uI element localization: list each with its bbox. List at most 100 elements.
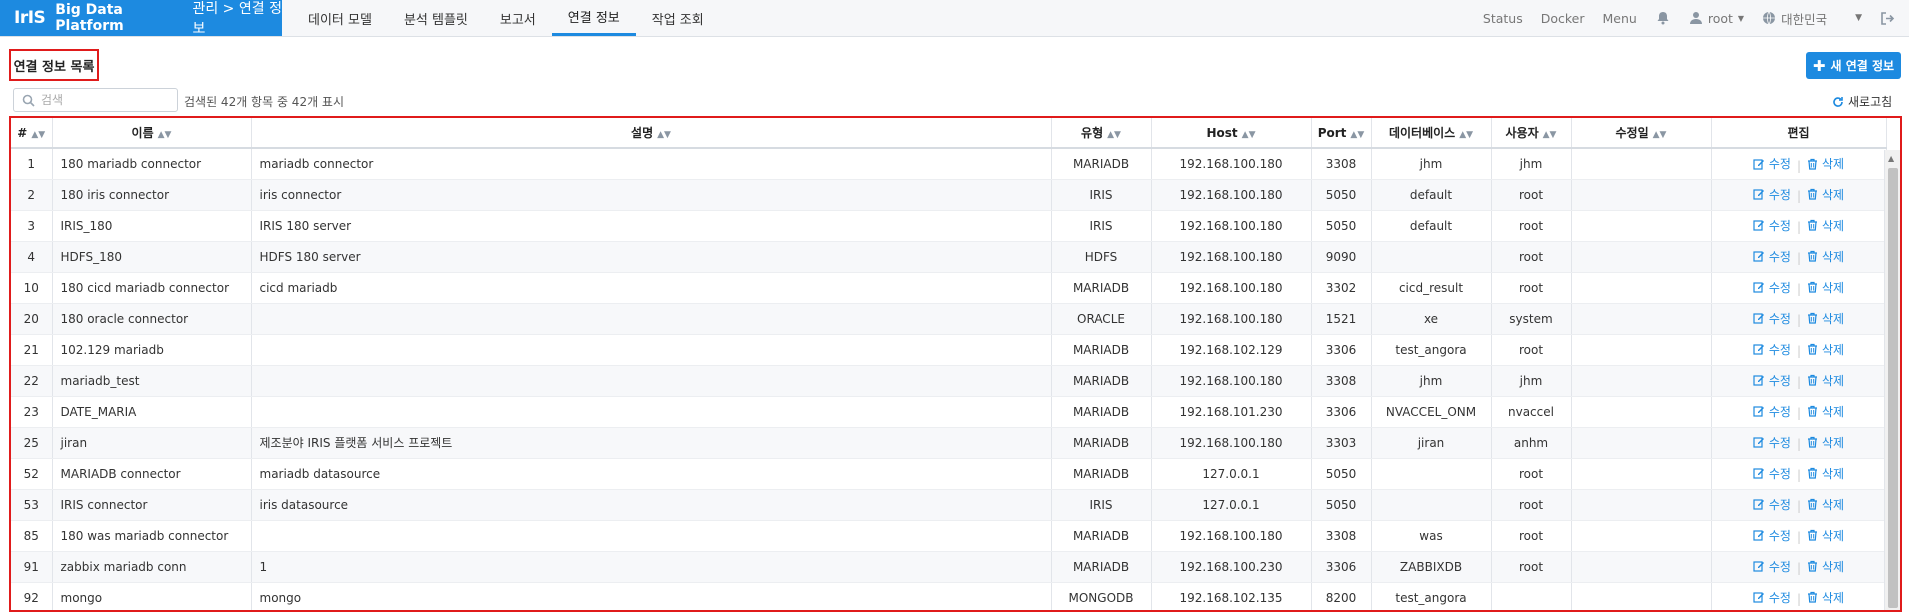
edit-button[interactable]: 수정 bbox=[1753, 186, 1791, 203]
sort-icon: ▲▼ bbox=[1241, 129, 1256, 140]
nav-job-query[interactable]: 작업 조회 bbox=[636, 0, 720, 36]
edit-button[interactable]: 수정 bbox=[1753, 403, 1791, 420]
row-actions: 수정 | 삭제 bbox=[1711, 489, 1887, 521]
row-user: anhm bbox=[1491, 427, 1572, 459]
col-header-name[interactable]: 이름 ▲▼ bbox=[52, 118, 252, 149]
vertical-scrollbar[interactable]: ▲ bbox=[1884, 150, 1900, 610]
table-row[interactable]: 20 180 oracle connector ORACLE 192.168.100.… bbox=[11, 303, 1887, 335]
table-row[interactable]: 1 180 mariadb connector mariadb connector M… bbox=[11, 148, 1887, 180]
table-row[interactable]: 3 IRIS_180 IRIS 180 server IRIS 192.168.100.… bbox=[11, 210, 1887, 242]
delete-button[interactable]: 삭제 bbox=[1807, 527, 1844, 544]
table-row[interactable]: 25 jiran 제조분야 IRIS 플랫폼 서비스 프로젝트 MARIADB 192.… bbox=[11, 427, 1887, 459]
col-header-type[interactable]: 유형 ▲▼ bbox=[1051, 118, 1152, 149]
delete-button[interactable]: 삭제 bbox=[1807, 465, 1844, 482]
row-user: jhm bbox=[1491, 148, 1572, 180]
edit-button[interactable]: 수정 bbox=[1753, 434, 1791, 451]
table-row[interactable]: 52 MARIADB connector mariadb datasource MAR… bbox=[11, 458, 1887, 490]
delete-button[interactable]: 삭제 bbox=[1807, 155, 1844, 172]
edit-button[interactable]: 수정 bbox=[1753, 465, 1791, 482]
col-header-description[interactable]: 설명 ▲▼ bbox=[251, 118, 1052, 149]
col-header-host[interactable]: Host ▲▼ bbox=[1151, 118, 1312, 149]
scrollbar-thumb[interactable] bbox=[1888, 168, 1898, 608]
edit-label: 수정 bbox=[1768, 342, 1791, 357]
delete-button[interactable]: 삭제 bbox=[1807, 496, 1844, 513]
row-user: root bbox=[1491, 272, 1572, 304]
table-row[interactable]: 10 180 cicd mariadb connector cicd mariadb… bbox=[11, 272, 1887, 304]
sort-icon: ▲▼ bbox=[1459, 130, 1474, 140]
table-row[interactable]: 92 mongo mongo MONGODB 192.168.102.135 8200 te… bbox=[11, 582, 1887, 610]
table-row[interactable]: 85 180 was mariadb connector MARIADB 192.16… bbox=[11, 520, 1887, 552]
notification-icon[interactable] bbox=[1655, 10, 1671, 26]
col-header-port[interactable]: Port ▲▼ bbox=[1311, 118, 1372, 149]
top-navbar: IrIS Big Data Platform 관리 > 연결 정보 데이터 모델… bbox=[0, 0, 1909, 37]
status-link[interactable]: Status bbox=[1483, 11, 1523, 26]
nav-report[interactable]: 보고서 bbox=[484, 0, 552, 36]
edit-button[interactable]: 수정 bbox=[1753, 217, 1791, 234]
edit-button[interactable]: 수정 bbox=[1753, 155, 1791, 172]
row-number: 91 bbox=[11, 551, 53, 583]
edit-button[interactable]: 수정 bbox=[1753, 527, 1791, 544]
language-menu[interactable]: 대한민국 bbox=[1762, 9, 1827, 28]
edit-button[interactable]: 수정 bbox=[1753, 310, 1791, 327]
row-port: 3303 bbox=[1311, 427, 1372, 459]
trash-icon bbox=[1808, 189, 1818, 200]
search-input[interactable] bbox=[41, 93, 171, 107]
menu-link[interactable]: Menu bbox=[1603, 11, 1637, 26]
col-header-number[interactable]: # ▲▼ bbox=[11, 118, 53, 149]
row-port: 3306 bbox=[1311, 551, 1372, 583]
table-row[interactable]: 22 mariadb_test MARIADB 192.168.100.180 3308… bbox=[11, 365, 1887, 397]
delete-button[interactable]: 삭제 bbox=[1807, 310, 1844, 327]
user-menu[interactable]: root ▼ bbox=[1689, 11, 1744, 26]
row-type: MARIADB bbox=[1051, 551, 1152, 583]
delete-button[interactable]: 삭제 bbox=[1807, 279, 1844, 296]
brand[interactable]: IrIS Big Data Platform 관리 > 연결 정보 bbox=[0, 0, 282, 37]
delete-button[interactable]: 삭제 bbox=[1807, 341, 1844, 358]
table-row[interactable]: 53 IRIS connector iris datasource IRIS 127.0… bbox=[11, 489, 1887, 521]
row-actions: 수정 | 삭제 bbox=[1711, 179, 1887, 211]
refresh-button[interactable]: 새로고침 bbox=[1832, 93, 1892, 110]
row-name: 180 cicd mariadb connector bbox=[52, 272, 252, 304]
table-row[interactable]: 21 102.129 mariadb MARIADB 192.168.102.129 3… bbox=[11, 334, 1887, 366]
edit-button[interactable]: 수정 bbox=[1753, 558, 1791, 575]
edit-button[interactable]: 수정 bbox=[1753, 279, 1791, 296]
new-connection-button[interactable]: ✚ 새 연결 정보 bbox=[1806, 52, 1901, 79]
edit-button[interactable]: 수정 bbox=[1753, 372, 1791, 389]
delete-button[interactable]: 삭제 bbox=[1807, 434, 1844, 451]
delete-button[interactable]: 삭제 bbox=[1807, 186, 1844, 203]
table-row[interactable]: 4 HDFS_180 HDFS 180 server HDFS 192.168.100.… bbox=[11, 241, 1887, 273]
col-header-database[interactable]: 데이터베이스 ▲▼ bbox=[1371, 118, 1492, 149]
delete-button[interactable]: 삭제 bbox=[1807, 248, 1844, 265]
row-actions: 수정 | 삭제 bbox=[1711, 520, 1887, 552]
edit-button[interactable]: 수정 bbox=[1753, 248, 1791, 265]
row-database: ZABBIXDB bbox=[1371, 551, 1492, 583]
col-header-user[interactable]: 사용자 ▲▼ bbox=[1491, 118, 1572, 149]
divider: | bbox=[1796, 561, 1802, 576]
edit-button[interactable]: 수정 bbox=[1753, 341, 1791, 358]
delete-button[interactable]: 삭제 bbox=[1807, 403, 1844, 420]
edit-button[interactable]: 수정 bbox=[1753, 496, 1791, 513]
chevron-down-icon[interactable]: ▼ bbox=[1855, 13, 1862, 23]
col-header-modified[interactable]: 수정일 ▲▼ bbox=[1571, 118, 1712, 149]
table-row[interactable]: 23 DATE_MARIA MARIADB 192.168.101.230 3306 NV… bbox=[11, 396, 1887, 428]
delete-button[interactable]: 삭제 bbox=[1807, 217, 1844, 234]
edit-icon bbox=[1753, 220, 1764, 231]
table-row[interactable]: 91 zabbix mariadb conn 1 MARIADB 192.168.100… bbox=[11, 551, 1887, 583]
docker-link[interactable]: Docker bbox=[1541, 11, 1585, 26]
table-row[interactable]: 2 180 iris connector iris connector IRIS 192… bbox=[11, 179, 1887, 211]
nav-analysis-template[interactable]: 분석 템플릿 bbox=[388, 0, 484, 36]
scroll-up-icon[interactable]: ▲ bbox=[1888, 154, 1894, 163]
row-modified bbox=[1571, 520, 1712, 552]
row-database bbox=[1371, 489, 1492, 521]
logout-icon[interactable] bbox=[1880, 11, 1895, 26]
delete-button[interactable]: 삭제 bbox=[1807, 372, 1844, 389]
delete-button[interactable]: 삭제 bbox=[1807, 589, 1844, 606]
nav-data-model[interactable]: 데이터 모델 bbox=[292, 0, 388, 36]
row-database: cicd_result bbox=[1371, 272, 1492, 304]
row-actions: 수정 | 삭제 bbox=[1711, 427, 1887, 459]
row-description: HDFS 180 server bbox=[251, 241, 1052, 273]
delete-button[interactable]: 삭제 bbox=[1807, 558, 1844, 575]
nav-connection-info[interactable]: 연결 정보 bbox=[551, 0, 636, 36]
edit-button[interactable]: 수정 bbox=[1753, 589, 1791, 606]
edit-label: 수정 bbox=[1768, 311, 1791, 326]
user-icon bbox=[1689, 12, 1702, 24]
